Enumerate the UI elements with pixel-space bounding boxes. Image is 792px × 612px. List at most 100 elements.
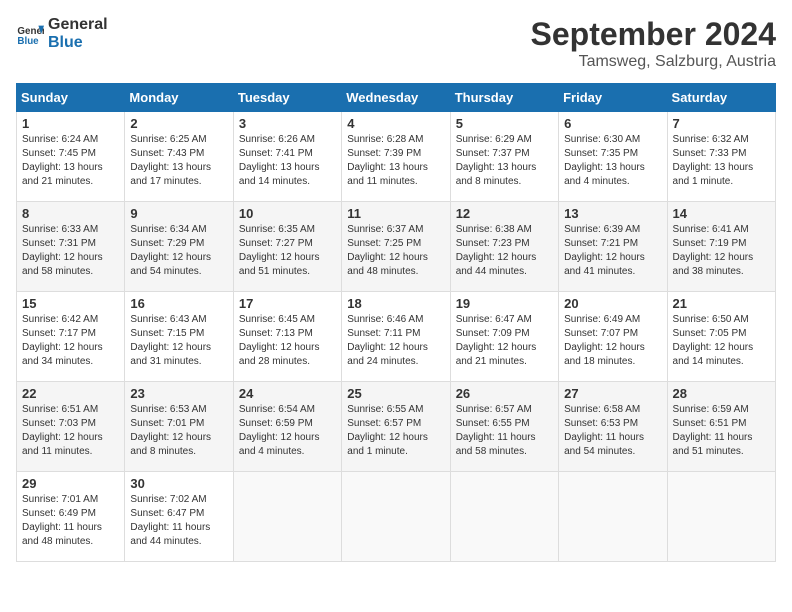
day-number: 9: [130, 206, 227, 221]
calendar-cell: 6 Sunrise: 6:30 AMSunset: 7:35 PMDaylight…: [559, 112, 667, 202]
day-detail: Sunrise: 6:57 AMSunset: 6:55 PMDaylight:…: [456, 403, 553, 459]
calendar-cell: [559, 472, 667, 562]
day-number: 30: [130, 476, 227, 491]
day-number: 21: [673, 296, 770, 311]
logo-icon: General Blue: [16, 20, 44, 48]
day-detail: Sunrise: 6:45 AMSunset: 7:13 PMDaylight:…: [239, 313, 336, 369]
logo-general: General: [48, 16, 108, 34]
col-sunday: Sunday: [17, 84, 125, 112]
col-thursday: Thursday: [450, 84, 558, 112]
calendar-cell: 25 Sunrise: 6:55 AMSunset: 6:57 PMDayligh…: [342, 382, 450, 472]
day-detail: Sunrise: 6:46 AMSunset: 7:11 PMDaylight:…: [347, 313, 444, 369]
calendar-cell: 14 Sunrise: 6:41 AMSunset: 7:19 PMDayligh…: [667, 202, 775, 292]
calendar-table: Sunday Monday Tuesday Wednesday Thursday…: [16, 83, 776, 562]
col-saturday: Saturday: [667, 84, 775, 112]
day-number: 18: [347, 296, 444, 311]
day-detail: Sunrise: 6:32 AMSunset: 7:33 PMDaylight:…: [673, 133, 770, 189]
col-tuesday: Tuesday: [233, 84, 341, 112]
day-number: 17: [239, 296, 336, 311]
day-detail: Sunrise: 6:42 AMSunset: 7:17 PMDaylight:…: [22, 313, 119, 369]
day-number: 1: [22, 116, 119, 131]
calendar-cell: 28 Sunrise: 6:59 AMSunset: 6:51 PMDayligh…: [667, 382, 775, 472]
calendar-cell: 13 Sunrise: 6:39 AMSunset: 7:21 PMDayligh…: [559, 202, 667, 292]
day-number: 6: [564, 116, 661, 131]
day-number: 8: [22, 206, 119, 221]
day-number: 28: [673, 386, 770, 401]
day-detail: Sunrise: 6:54 AMSunset: 6:59 PMDaylight:…: [239, 403, 336, 459]
calendar-cell: [342, 472, 450, 562]
day-number: 19: [456, 296, 553, 311]
day-number: 2: [130, 116, 227, 131]
day-number: 10: [239, 206, 336, 221]
col-friday: Friday: [559, 84, 667, 112]
calendar-week-row: 1 Sunrise: 6:24 AMSunset: 7:45 PMDaylight…: [17, 112, 776, 202]
calendar-cell: 24 Sunrise: 6:54 AMSunset: 6:59 PMDayligh…: [233, 382, 341, 472]
day-number: 20: [564, 296, 661, 311]
calendar-cell: 29 Sunrise: 7:01 AMSunset: 6:49 PMDayligh…: [17, 472, 125, 562]
calendar-cell: [233, 472, 341, 562]
calendar-header-row: Sunday Monday Tuesday Wednesday Thursday…: [17, 84, 776, 112]
col-monday: Monday: [125, 84, 233, 112]
calendar-cell: 22 Sunrise: 6:51 AMSunset: 7:03 PMDayligh…: [17, 382, 125, 472]
day-number: 23: [130, 386, 227, 401]
logo-blue: Blue: [48, 34, 108, 52]
day-number: 7: [673, 116, 770, 131]
calendar-cell: 18 Sunrise: 6:46 AMSunset: 7:11 PMDayligh…: [342, 292, 450, 382]
day-detail: Sunrise: 6:28 AMSunset: 7:39 PMDaylight:…: [347, 133, 444, 189]
day-detail: Sunrise: 6:50 AMSunset: 7:05 PMDaylight:…: [673, 313, 770, 369]
day-detail: Sunrise: 7:01 AMSunset: 6:49 PMDaylight:…: [22, 493, 119, 549]
day-number: 16: [130, 296, 227, 311]
calendar-cell: 30 Sunrise: 7:02 AMSunset: 6:47 PMDayligh…: [125, 472, 233, 562]
calendar-cell: 2Sunrise: 6:25 AMSunset: 7:43 PMDaylight…: [125, 112, 233, 202]
day-detail: Sunrise: 6:35 AMSunset: 7:27 PMDaylight:…: [239, 223, 336, 279]
calendar-cell: 23Sunrise: 6:53 AMSunset: 7:01 PMDayligh…: [125, 382, 233, 472]
logo: General Blue General Blue: [16, 16, 108, 51]
calendar-cell: 4 Sunrise: 6:28 AMSunset: 7:39 PMDaylight…: [342, 112, 450, 202]
title-area: September 2024 Tamsweg, Salzburg, Austri…: [531, 16, 776, 71]
day-number: 13: [564, 206, 661, 221]
day-number: 24: [239, 386, 336, 401]
calendar-cell: 21 Sunrise: 6:50 AMSunset: 7:05 PMDayligh…: [667, 292, 775, 382]
day-number: 29: [22, 476, 119, 491]
day-detail: Sunrise: 6:24 AMSunset: 7:45 PMDaylight:…: [22, 133, 119, 189]
location-title: Tamsweg, Salzburg, Austria: [531, 53, 776, 71]
month-title: September 2024: [531, 16, 776, 53]
day-detail: Sunrise: 6:49 AMSunset: 7:07 PMDaylight:…: [564, 313, 661, 369]
day-number: 11: [347, 206, 444, 221]
day-detail: Sunrise: 6:55 AMSunset: 6:57 PMDaylight:…: [347, 403, 444, 459]
calendar-week-row: 29 Sunrise: 7:01 AMSunset: 6:49 PMDayligh…: [17, 472, 776, 562]
calendar-week-row: 22 Sunrise: 6:51 AMSunset: 7:03 PMDayligh…: [17, 382, 776, 472]
day-number: 4: [347, 116, 444, 131]
day-number: 15: [22, 296, 119, 311]
day-detail: Sunrise: 6:39 AMSunset: 7:21 PMDaylight:…: [564, 223, 661, 279]
calendar-cell: 15 Sunrise: 6:42 AMSunset: 7:17 PMDayligh…: [17, 292, 125, 382]
day-detail: Sunrise: 6:30 AMSunset: 7:35 PMDaylight:…: [564, 133, 661, 189]
day-detail: Sunrise: 6:59 AMSunset: 6:51 PMDaylight:…: [673, 403, 770, 459]
day-number: 26: [456, 386, 553, 401]
day-detail: Sunrise: 6:26 AMSunset: 7:41 PMDaylight:…: [239, 133, 336, 189]
day-detail: Sunrise: 6:34 AMSunset: 7:29 PMDaylight:…: [130, 223, 227, 279]
page-header: General Blue General Blue September 2024…: [16, 16, 776, 71]
calendar-cell: 20 Sunrise: 6:49 AMSunset: 7:07 PMDayligh…: [559, 292, 667, 382]
day-detail: Sunrise: 6:41 AMSunset: 7:19 PMDaylight:…: [673, 223, 770, 279]
calendar-cell: 7 Sunrise: 6:32 AMSunset: 7:33 PMDaylight…: [667, 112, 775, 202]
day-detail: Sunrise: 6:38 AMSunset: 7:23 PMDaylight:…: [456, 223, 553, 279]
calendar-cell: 27Sunrise: 6:58 AMSunset: 6:53 PMDayligh…: [559, 382, 667, 472]
calendar-cell: 1 Sunrise: 6:24 AMSunset: 7:45 PMDaylight…: [17, 112, 125, 202]
day-detail: Sunrise: 6:51 AMSunset: 7:03 PMDaylight:…: [22, 403, 119, 459]
day-number: 3: [239, 116, 336, 131]
day-detail: Sunrise: 6:47 AMSunset: 7:09 PMDaylight:…: [456, 313, 553, 369]
calendar-cell: 3 Sunrise: 6:26 AMSunset: 7:41 PMDaylight…: [233, 112, 341, 202]
calendar-cell: 12Sunrise: 6:38 AMSunset: 7:23 PMDayligh…: [450, 202, 558, 292]
day-number: 25: [347, 386, 444, 401]
day-number: 14: [673, 206, 770, 221]
day-detail: Sunrise: 6:58 AMSunset: 6:53 PMDaylight:…: [564, 403, 661, 459]
calendar-cell: 16 Sunrise: 6:43 AMSunset: 7:15 PMDayligh…: [125, 292, 233, 382]
day-detail: Sunrise: 6:43 AMSunset: 7:15 PMDaylight:…: [130, 313, 227, 369]
calendar-cell: 26 Sunrise: 6:57 AMSunset: 6:55 PMDayligh…: [450, 382, 558, 472]
day-detail: Sunrise: 7:02 AMSunset: 6:47 PMDaylight:…: [130, 493, 227, 549]
day-number: 22: [22, 386, 119, 401]
calendar-week-row: 8Sunrise: 6:33 AMSunset: 7:31 PMDaylight…: [17, 202, 776, 292]
svg-text:Blue: Blue: [17, 35, 39, 46]
calendar-cell: [450, 472, 558, 562]
